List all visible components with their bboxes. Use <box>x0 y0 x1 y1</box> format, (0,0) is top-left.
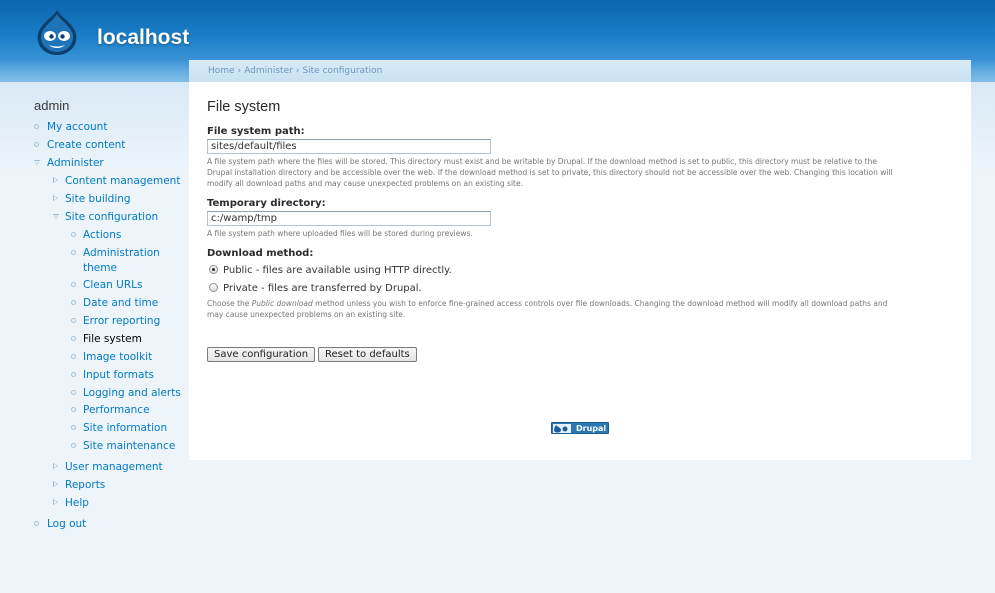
bullet-icon <box>71 232 76 237</box>
breadcrumb: Home › Administer › Site configuration <box>208 66 382 76</box>
temporary-directory-input[interactable]: c:/wamp/tmp <box>207 211 491 226</box>
drupal-drop-icon <box>553 424 571 433</box>
sidebar-item-site-configuration[interactable]: Site configuration <box>65 211 158 223</box>
collapsed-arrow-icon <box>53 195 58 201</box>
sidebar-item-file-system[interactable]: File system <box>83 333 142 345</box>
collapsed-arrow-icon <box>53 499 58 505</box>
sidebar-item-actions[interactable]: Actions <box>83 229 121 241</box>
download-method-public-option[interactable]: Public - files are available using HTTP … <box>209 265 452 276</box>
bullet-icon <box>71 282 76 287</box>
page-title: File system <box>207 99 281 115</box>
file-system-path-input[interactable]: sites/default/files <box>207 139 491 154</box>
breadcrumb-home[interactable]: Home <box>208 66 235 76</box>
download-method-description: Choose the Public download method unless… <box>207 298 955 320</box>
radio-private[interactable] <box>209 283 218 292</box>
sidebar-item-error-reporting[interactable]: Error reporting <box>83 315 160 327</box>
bullet-icon <box>71 407 76 412</box>
breadcrumb-separator: › <box>295 66 300 76</box>
collapsed-arrow-icon <box>53 463 58 469</box>
breadcrumb-bar: Home › Administer › Site configuration <box>189 60 971 82</box>
sidebar-item-date-time[interactable]: Date and time <box>83 297 158 309</box>
breadcrumb-site-configuration[interactable]: Site configuration <box>302 66 382 76</box>
sidebar-title: admin <box>34 98 70 113</box>
reset-to-defaults-button[interactable]: Reset to defaults <box>318 347 417 362</box>
expanded-arrow-icon <box>53 214 59 219</box>
description-line: A file system path where the files will … <box>207 157 877 166</box>
sidebar-item-site-building[interactable]: Site building <box>65 193 131 205</box>
sidebar-item-performance[interactable]: Performance <box>83 404 150 416</box>
sidebar-item-image-toolkit[interactable]: Image toolkit <box>83 351 152 363</box>
radio-public[interactable] <box>209 265 218 274</box>
sidebar-item-administration-theme[interactable]: theme <box>83 262 117 274</box>
description-line: Drupal installation directory and be acc… <box>207 168 893 177</box>
drupal-logo-icon[interactable] <box>35 9 79 56</box>
breadcrumb-administer[interactable]: Administer <box>244 66 293 76</box>
main-content: Home › Administer › Site configuration File … <box>189 60 971 460</box>
bullet-icon <box>71 443 76 448</box>
bullet-icon <box>71 425 76 430</box>
bullet-icon <box>71 372 76 377</box>
sidebar-item-my-account[interactable]: My account <box>47 121 107 133</box>
description-text: Choose the <box>207 299 252 308</box>
temporary-directory-label: Temporary directory: <box>207 198 326 209</box>
radio-private-label[interactable]: Private - files are transferred by Drupa… <box>223 283 422 294</box>
bullet-icon <box>34 521 39 526</box>
sidebar-item-site-maintenance[interactable]: Site maintenance <box>83 440 175 452</box>
save-configuration-button[interactable]: Save configuration <box>207 347 316 362</box>
download-method-label: Download method: <box>207 248 314 259</box>
download-method-private-option[interactable]: Private - files are transferred by Drupa… <box>209 283 422 294</box>
sidebar-item-administration-theme[interactable]: Administration <box>83 247 160 259</box>
bullet-icon <box>71 336 76 341</box>
description-line: may cause unexpected problems on an exis… <box>207 310 406 319</box>
bullet-icon <box>71 250 76 255</box>
sidebar-item-reports[interactable]: Reports <box>65 479 105 491</box>
radio-public-label[interactable]: Public - files are available using HTTP … <box>223 265 452 276</box>
expanded-arrow-icon <box>34 160 40 165</box>
sidebar-item-help[interactable]: Help <box>65 497 89 509</box>
breadcrumb-separator: › <box>237 66 242 76</box>
sidebar-item-site-information[interactable]: Site information <box>83 422 167 434</box>
sidebar-item-input-formats[interactable]: Input formats <box>83 369 154 381</box>
powered-by-text: Drupal <box>576 424 607 433</box>
description-emphasis: Public download <box>251 299 313 308</box>
powered-by-drupal-badge[interactable]: Drupal <box>551 422 609 434</box>
bullet-icon <box>71 318 76 323</box>
bullet-icon <box>71 300 76 305</box>
file-system-path-description: A file system path where the files will … <box>207 156 955 189</box>
sidebar-item-log-out[interactable]: Log out <box>47 518 86 530</box>
sidebar-item-clean-urls[interactable]: Clean URLs <box>83 279 142 291</box>
site-name[interactable]: localhost <box>97 26 189 50</box>
sidebar-item-logging-alerts[interactable]: Logging and alerts <box>83 387 181 399</box>
collapsed-arrow-icon <box>53 481 58 487</box>
temporary-directory-description: A file system path where uploaded files … <box>207 229 473 238</box>
sidebar-item-content-management[interactable]: Content management <box>65 175 180 187</box>
description-text: method unless you wish to enforce fine-g… <box>312 299 888 308</box>
file-system-path-label: File system path: <box>207 126 305 137</box>
bullet-icon <box>71 390 76 395</box>
bullet-icon <box>34 124 39 129</box>
collapsed-arrow-icon <box>53 177 58 183</box>
sidebar-item-create-content[interactable]: Create content <box>47 139 125 151</box>
bullet-icon <box>34 142 39 147</box>
bullet-icon <box>71 354 76 359</box>
sidebar-item-administer[interactable]: Administer <box>47 157 104 169</box>
description-line: Choose the Public download method unless… <box>207 298 955 309</box>
sidebar-item-user-management[interactable]: User management <box>65 461 163 473</box>
description-line: modify all download paths and may cause … <box>207 179 523 188</box>
